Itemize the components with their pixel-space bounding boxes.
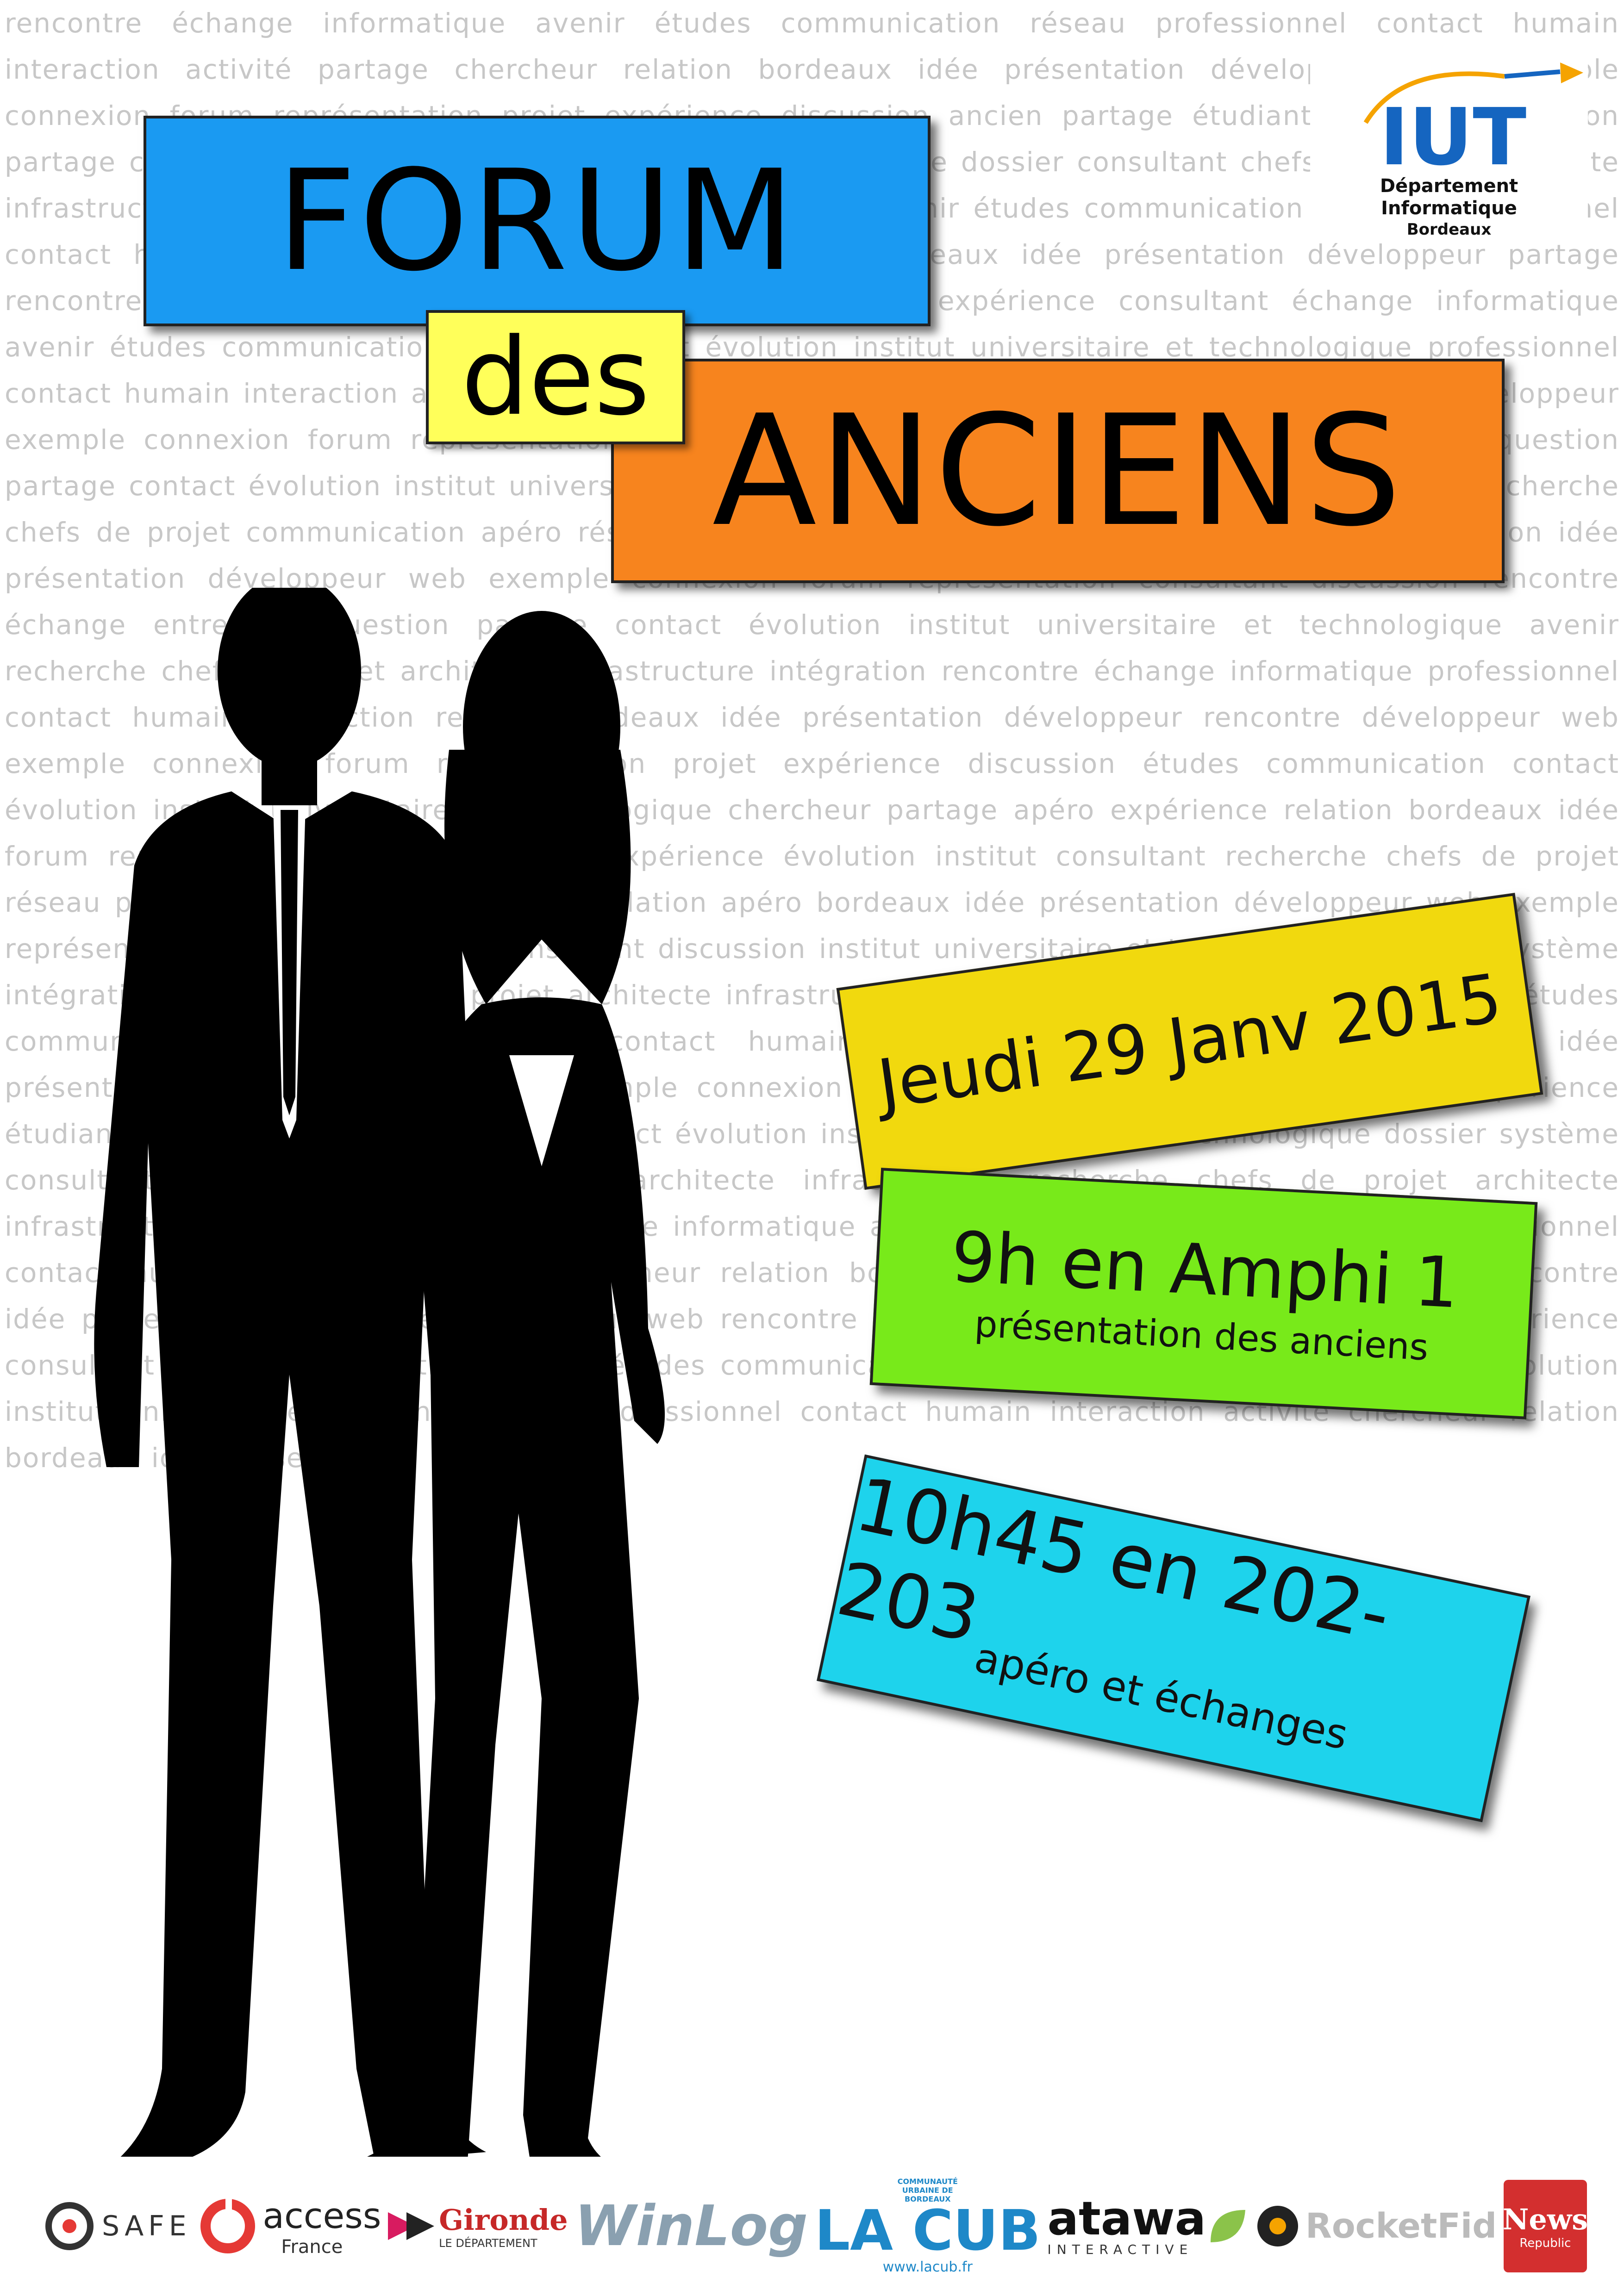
- title-forum: FORUM: [144, 116, 931, 326]
- logo-line1: Département: [1380, 175, 1518, 197]
- title-anciens: ANCIENS: [611, 359, 1505, 583]
- atawa-sub: INTERACTIVE: [1047, 2241, 1193, 2257]
- access-logo-icon: [200, 2196, 256, 2253]
- sponsor-digisafe: SAFE: [37, 2198, 191, 2254]
- sponsor-winlog: WinLog: [575, 2194, 808, 2259]
- sponsor-news-republic: News Republic: [1502, 2180, 1588, 2272]
- sponsor-lacub: COMMUNAUTÉ URBAINE DE BORDEAUX LA CUB ww…: [815, 2177, 1041, 2275]
- winlog-text: WinLog: [575, 2194, 808, 2259]
- title-forum-text: FORUM: [276, 140, 798, 302]
- amphi-card: 9h en Amphi 1 présentation des anciens: [869, 1168, 1538, 1419]
- sponsor-bar: SAFE access France Gironde LE DÉPARTEMEN…: [0, 2157, 1624, 2296]
- lacub-name: LA CUB: [814, 2199, 1041, 2263]
- sponsor-access: access France: [198, 2195, 381, 2258]
- rocketfid-logo-icon: [1257, 2206, 1298, 2246]
- sponsor-rocketfid: RocketFid: [1255, 2203, 1497, 2249]
- logo-arrow-line-icon: [1504, 69, 1561, 79]
- logo-iut-text: IUT: [1380, 92, 1526, 183]
- access-name: access: [262, 2195, 381, 2236]
- silhouettes-illustration: [79, 574, 889, 2175]
- sponsor-gironde: Gironde LE DÉPARTEMENT: [388, 2203, 568, 2250]
- title-anciens-text: ANCIENS: [712, 382, 1404, 560]
- digisafe-logo-icon: [45, 2202, 94, 2250]
- gironde-name: Gironde: [439, 2203, 568, 2237]
- iut-logo: IUT Département Informatique Bordeaux: [1310, 53, 1588, 243]
- news-sub: Republic: [1519, 2236, 1571, 2250]
- sponsor-atawa: atawa INTERACTIVE: [1047, 2191, 1248, 2257]
- date-text: Jeudi 29 Janv 2015: [873, 958, 1506, 1124]
- logo-line2: Informatique: [1381, 198, 1517, 219]
- atawa-name: atawa: [1047, 2191, 1206, 2246]
- iut-logo-graphic: IUT Département Informatique Bordeaux: [1363, 62, 1583, 239]
- logo-arrow-head-icon: [1560, 62, 1583, 83]
- digisafe-text: SAFE: [102, 2210, 191, 2242]
- gironde-sub: LE DÉPARTEMENT: [439, 2236, 537, 2250]
- rocketfid-text: RocketFid: [1305, 2206, 1497, 2246]
- news-name: News: [1502, 2202, 1588, 2236]
- atawa-leaf-icon: [1211, 2210, 1246, 2242]
- title-des-text: des: [461, 315, 650, 439]
- access-sub: France: [281, 2236, 343, 2258]
- lacub-url: www.lacub.fr: [882, 2259, 973, 2275]
- title-des: des: [426, 310, 685, 444]
- gironde-logo-icon: [388, 2212, 435, 2240]
- logo-line3: Bordeaux: [1407, 220, 1492, 239]
